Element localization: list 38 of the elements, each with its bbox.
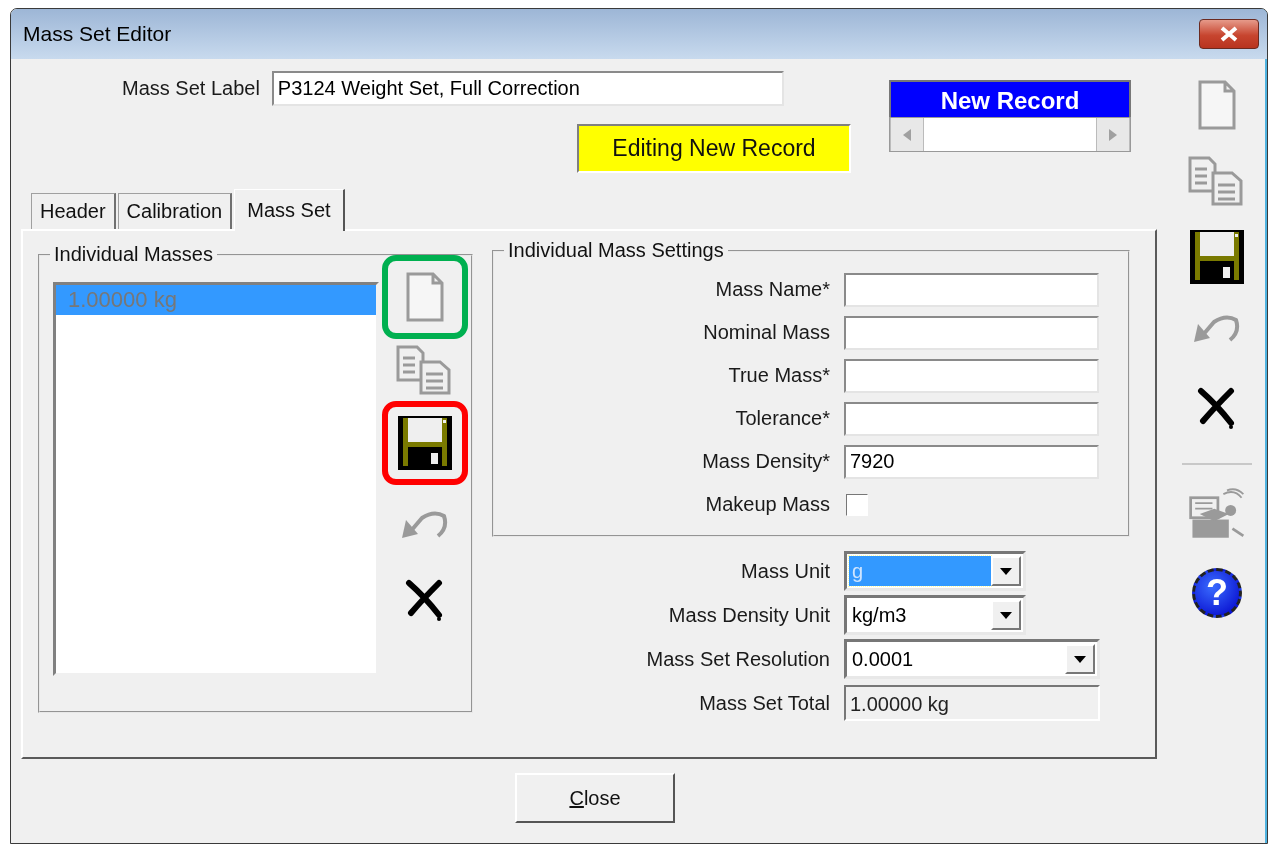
field-label: Mass Set Label (122, 77, 260, 100)
text-field[interactable] (844, 315, 1099, 350)
help-icon[interactable]: ? (1192, 568, 1242, 618)
tab[interactable]: Calibration (117, 193, 233, 229)
text-field[interactable] (844, 358, 1099, 393)
scroll-right-icon[interactable] (1096, 118, 1130, 151)
field-label: Makeup Mass (704, 493, 831, 516)
checkbox[interactable] (846, 493, 868, 516)
close-icon[interactable] (1219, 26, 1239, 42)
field-label: Mass Density Unit (667, 603, 831, 627)
text-field[interactable]: 7920 (844, 444, 1099, 479)
delete-icon[interactable] (1197, 387, 1237, 429)
close-button[interactable] (1199, 19, 1259, 49)
close-button[interactable]: Close (515, 773, 675, 823)
scroll-left-icon[interactable] (890, 118, 924, 151)
window-title: Mass Set Editor (23, 22, 172, 46)
field-label: Mass Density* (701, 450, 831, 473)
field-label: Tolerance* (734, 407, 831, 430)
group-title: Individual Masses (53, 243, 214, 266)
dropdown[interactable]: kg/m3 (844, 595, 1026, 635)
field-label: Mass Set Resolution (645, 647, 831, 671)
edit-status: Editing New Record (577, 124, 851, 173)
record-label: New Record (889, 80, 1131, 117)
field-label: True Mass* (727, 364, 831, 387)
record-scrollbar[interactable] (889, 117, 1131, 152)
group-title: Individual Mass Settings (507, 239, 725, 262)
text-field[interactable] (844, 272, 1099, 307)
mass-set-label-field[interactable]: P3124 Weight Set, Full Correction (271, 71, 784, 106)
tab[interactable]: Header (31, 193, 116, 229)
delete-icon[interactable] (405, 579, 445, 621)
tab[interactable]: Mass Set (234, 189, 345, 231)
total-field: 1.00000 kg (844, 685, 1100, 721)
dropdown[interactable]: 0.0001 (844, 639, 1100, 679)
field-label: Nominal Mass (702, 321, 831, 344)
field-label: Mass Set Total (698, 691, 831, 715)
field-label: Mass Unit (740, 559, 831, 583)
text-field[interactable] (844, 401, 1099, 436)
field-label: Mass Name* (714, 278, 831, 301)
